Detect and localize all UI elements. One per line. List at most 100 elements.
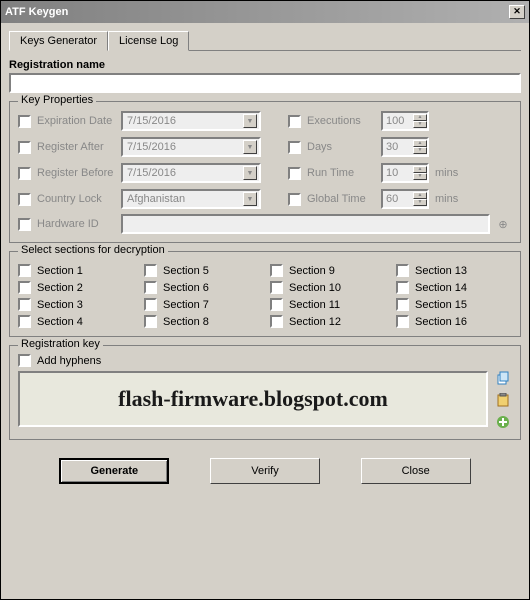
days-spinner[interactable]: 30▲▼ — [381, 137, 429, 157]
section-label: Section 1 — [37, 265, 83, 277]
close-button[interactable]: Close — [361, 458, 471, 484]
section-item: Section 10 — [270, 281, 386, 294]
global-time-checkbox[interactable] — [288, 193, 301, 206]
section-label: Section 3 — [37, 299, 83, 311]
global-time-spinner[interactable]: 60▲▼ — [381, 189, 429, 209]
tab-license-log[interactable]: License Log — [108, 31, 189, 51]
add-hyphens-checkbox[interactable] — [18, 354, 31, 367]
section-checkbox[interactable] — [396, 281, 409, 294]
section-checkbox[interactable] — [396, 264, 409, 277]
section-item: Section 7 — [144, 298, 260, 311]
section-label: Section 15 — [415, 299, 467, 311]
registration-key-output[interactable]: flash-firmware.blogspot.com — [18, 371, 488, 427]
registration-key-title: Registration key — [18, 338, 103, 350]
section-item: Section 9 — [270, 264, 386, 277]
executions-label: Executions — [307, 115, 377, 127]
section-checkbox[interactable] — [144, 315, 157, 328]
titlebar: ATF Keygen ✕ — [1, 1, 529, 23]
section-checkbox[interactable] — [396, 298, 409, 311]
country-lock-checkbox[interactable] — [18, 193, 31, 206]
section-label: Section 10 — [289, 282, 341, 294]
section-item: Section 1 — [18, 264, 134, 277]
section-item: Section 4 — [18, 315, 134, 328]
tab-bar: Keys Generator License Log — [9, 31, 521, 51]
register-before-checkbox[interactable] — [18, 167, 31, 180]
registration-name-input[interactable] — [9, 73, 521, 93]
section-checkbox[interactable] — [18, 281, 31, 294]
register-after-combo[interactable]: 7/15/2016▼ — [121, 137, 261, 157]
section-item: Section 13 — [396, 264, 512, 277]
country-lock-combo[interactable]: Afghanistan▼ — [121, 189, 261, 209]
register-after-checkbox[interactable] — [18, 141, 31, 154]
add-icon[interactable] — [494, 413, 512, 431]
section-label: Section 14 — [415, 282, 467, 294]
run-time-unit: mins — [435, 167, 458, 179]
section-checkbox[interactable] — [396, 315, 409, 328]
key-properties-group: Key Properties Expiration Date 7/15/2016… — [9, 101, 521, 243]
section-item: Section 8 — [144, 315, 260, 328]
section-label: Section 4 — [37, 316, 83, 328]
executions-spinner[interactable]: 100▲▼ — [381, 111, 429, 131]
section-checkbox[interactable] — [270, 298, 283, 311]
key-properties-title: Key Properties — [18, 94, 96, 106]
section-label: Section 11 — [289, 299, 340, 311]
expiration-date-checkbox[interactable] — [18, 115, 31, 128]
section-item: Section 11 — [270, 298, 386, 311]
global-time-label: Global Time — [307, 193, 377, 205]
section-item: Section 15 — [396, 298, 512, 311]
section-checkbox[interactable] — [270, 281, 283, 294]
section-item: Section 6 — [144, 281, 260, 294]
copy-icon[interactable] — [494, 369, 512, 387]
run-time-label: Run Time — [307, 167, 377, 179]
register-before-label: Register Before — [37, 167, 121, 179]
section-label: Section 7 — [163, 299, 209, 311]
window-title: ATF Keygen — [5, 6, 68, 18]
country-lock-label: Country Lock — [37, 193, 121, 205]
generate-button[interactable]: Generate — [59, 458, 169, 484]
section-label: Section 8 — [163, 316, 209, 328]
registration-key-group: Registration key Add hyphens flash-firmw… — [9, 345, 521, 440]
section-item: Section 12 — [270, 315, 386, 328]
section-label: Section 16 — [415, 316, 467, 328]
run-time-spinner[interactable]: 10▲▼ — [381, 163, 429, 183]
section-checkbox[interactable] — [18, 298, 31, 311]
section-item: Section 2 — [18, 281, 134, 294]
chevron-down-icon: ▼ — [243, 192, 257, 206]
sections-title: Select sections for decryption — [18, 244, 168, 256]
registration-name-label: Registration name — [9, 59, 521, 71]
days-label: Days — [307, 141, 377, 153]
section-item: Section 3 — [18, 298, 134, 311]
section-item: Section 16 — [396, 315, 512, 328]
section-checkbox[interactable] — [270, 315, 283, 328]
section-item: Section 14 — [396, 281, 512, 294]
hardware-id-input[interactable] — [121, 214, 490, 234]
executions-checkbox[interactable] — [288, 115, 301, 128]
section-checkbox[interactable] — [144, 298, 157, 311]
hardware-id-checkbox[interactable] — [18, 218, 31, 231]
chevron-down-icon: ▼ — [243, 114, 257, 128]
section-checkbox[interactable] — [144, 264, 157, 277]
section-label: Section 5 — [163, 265, 209, 277]
chevron-down-icon: ▼ — [243, 166, 257, 180]
verify-button[interactable]: Verify — [210, 458, 320, 484]
section-label: Section 6 — [163, 282, 209, 294]
section-label: Section 13 — [415, 265, 467, 277]
section-checkbox[interactable] — [144, 281, 157, 294]
sections-group: Select sections for decryption Section 1… — [9, 251, 521, 337]
fingerprint-icon[interactable]: ⊕ — [494, 215, 512, 233]
days-checkbox[interactable] — [288, 141, 301, 154]
section-checkbox[interactable] — [18, 315, 31, 328]
close-icon[interactable]: ✕ — [509, 5, 525, 19]
register-before-combo[interactable]: 7/15/2016▼ — [121, 163, 261, 183]
tab-keys-generator[interactable]: Keys Generator — [9, 31, 108, 51]
hardware-id-label: Hardware ID — [37, 218, 121, 230]
expiration-date-combo[interactable]: 7/15/2016▼ — [121, 111, 261, 131]
section-checkbox[interactable] — [18, 264, 31, 277]
section-label: Section 12 — [289, 316, 341, 328]
global-time-unit: mins — [435, 193, 458, 205]
run-time-checkbox[interactable] — [288, 167, 301, 180]
section-checkbox[interactable] — [270, 264, 283, 277]
add-hyphens-label: Add hyphens — [37, 355, 101, 367]
section-label: Section 2 — [37, 282, 83, 294]
paste-icon[interactable] — [494, 391, 512, 409]
